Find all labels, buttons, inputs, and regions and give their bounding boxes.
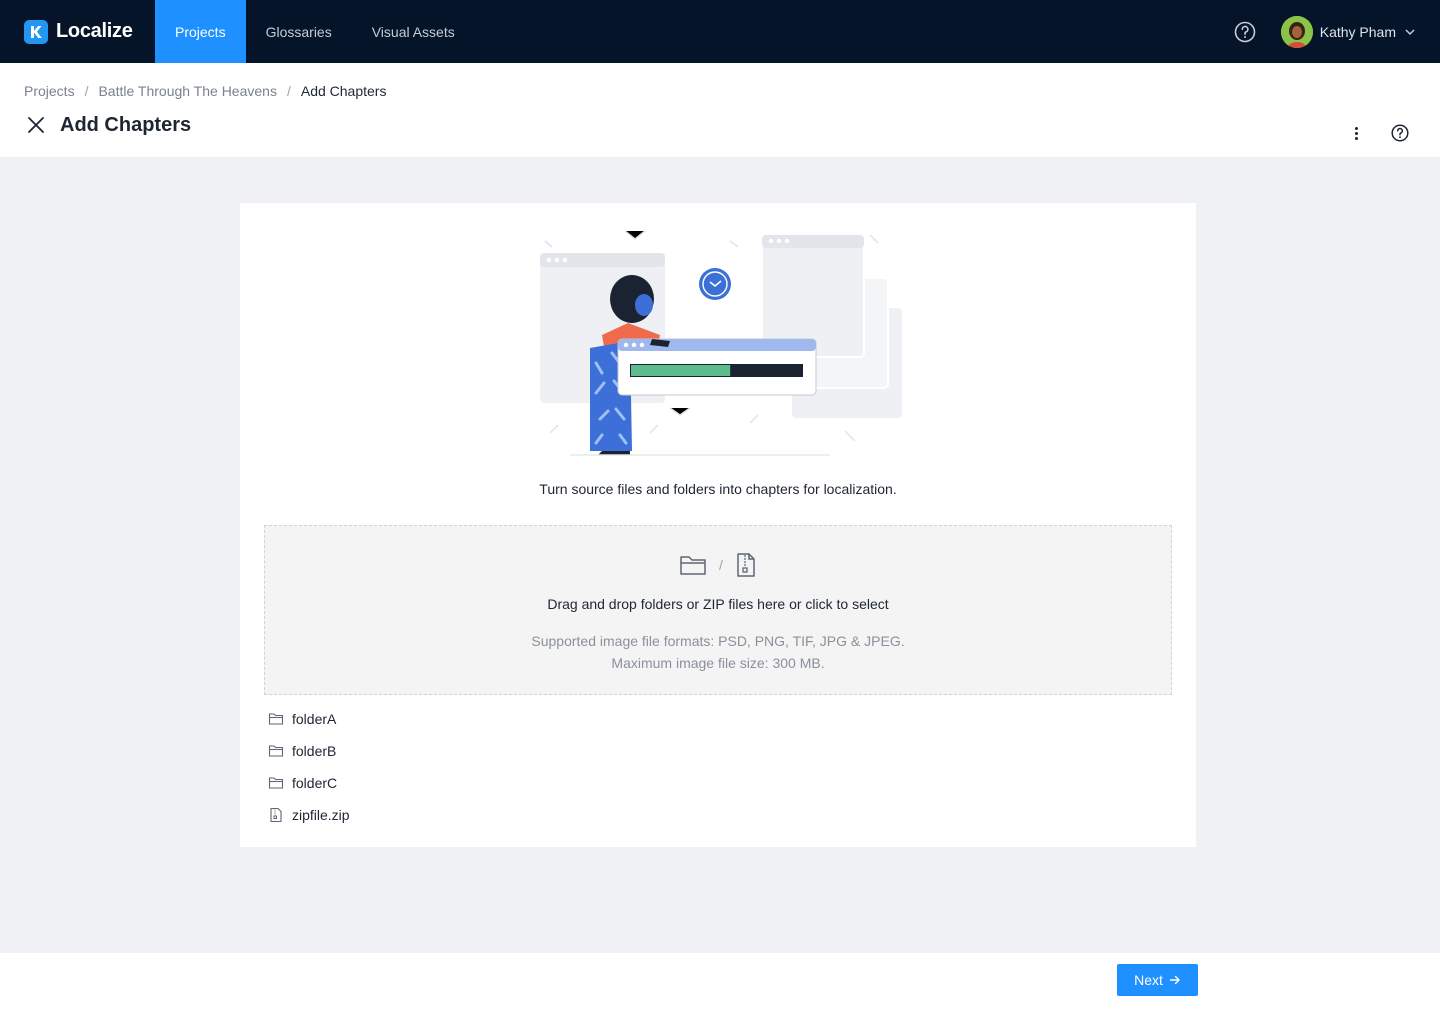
folder-icon xyxy=(268,713,284,725)
list-item: folderB xyxy=(268,735,350,767)
close-icon xyxy=(28,117,44,133)
breadcrumb: Projects / Battle Through The Heavens / … xyxy=(24,83,386,99)
folder-icon xyxy=(268,745,284,757)
breadcrumb-separator: / xyxy=(84,83,89,99)
app-name: Localize xyxy=(56,20,133,42)
brand[interactable]: Localize xyxy=(24,0,155,63)
breadcrumb-separator: / xyxy=(286,83,291,99)
breadcrumb-project[interactable]: Battle Through The Heavens xyxy=(98,83,277,99)
dropzone-separator: / xyxy=(719,557,723,573)
user-menu[interactable]: Kathy Pham xyxy=(1280,15,1416,48)
list-item: folderA xyxy=(268,703,350,735)
top-navigation-bar: Localize Projects Glossaries Visual Asse… xyxy=(0,0,1440,63)
file-list: folderA folderB folderC zipfile.zip xyxy=(268,703,350,831)
file-name: folderC xyxy=(292,775,338,791)
file-dropzone[interactable]: / Drag and drop folders or ZIP files her… xyxy=(264,525,1172,695)
page-title: Add Chapters xyxy=(60,113,192,136)
zip-file-icon xyxy=(737,553,755,577)
add-chapters-card: Turn source files and folders into chapt… xyxy=(240,203,1196,847)
zip-file-icon xyxy=(270,807,282,823)
file-name: folderA xyxy=(292,711,337,727)
next-button[interactable]: Next xyxy=(1117,964,1198,996)
page-header: Projects / Battle Through The Heavens / … xyxy=(0,63,1440,157)
nav-item-projects[interactable]: Projects xyxy=(155,0,246,63)
list-item: folderC xyxy=(268,767,350,799)
more-options-button[interactable] xyxy=(1346,123,1366,143)
progress-fill xyxy=(631,365,731,376)
breadcrumb-current: Add Chapters xyxy=(300,83,387,99)
localize-logo-icon xyxy=(24,19,48,44)
close-button[interactable] xyxy=(24,113,48,137)
intro-text: Turn source files and folders into chapt… xyxy=(539,481,897,497)
next-button-label: Next xyxy=(1134,972,1163,988)
file-name: folderB xyxy=(292,743,337,759)
help-icon[interactable] xyxy=(1390,123,1410,143)
avatar xyxy=(1280,15,1313,48)
help-icon[interactable] xyxy=(1233,20,1257,44)
main-nav: Projects Glossaries Visual Assets xyxy=(155,0,475,63)
arrow-right-icon xyxy=(1169,975,1180,985)
folder-icon xyxy=(268,777,284,789)
user-name: Kathy Pham xyxy=(1319,23,1396,40)
list-item: zipfile.zip xyxy=(268,799,350,831)
folder-icon xyxy=(680,556,706,575)
dropzone-formats: Supported image file formats: PSD, PNG, … xyxy=(531,633,905,649)
footer-bar: Next xyxy=(0,953,1440,1009)
file-name: zipfile.zip xyxy=(292,807,350,823)
dropzone-size-limit: Maximum image file size: 300 MB. xyxy=(611,655,825,671)
chevron-down-icon xyxy=(1405,28,1415,35)
dropzone-instructions: Drag and drop folders or ZIP files here … xyxy=(547,596,889,612)
nav-item-glossaries[interactable]: Glossaries xyxy=(246,0,352,63)
nav-item-visual-assets[interactable]: Visual Assets xyxy=(352,0,475,63)
upload-illustration xyxy=(540,230,902,456)
breadcrumb-projects[interactable]: Projects xyxy=(24,83,75,99)
